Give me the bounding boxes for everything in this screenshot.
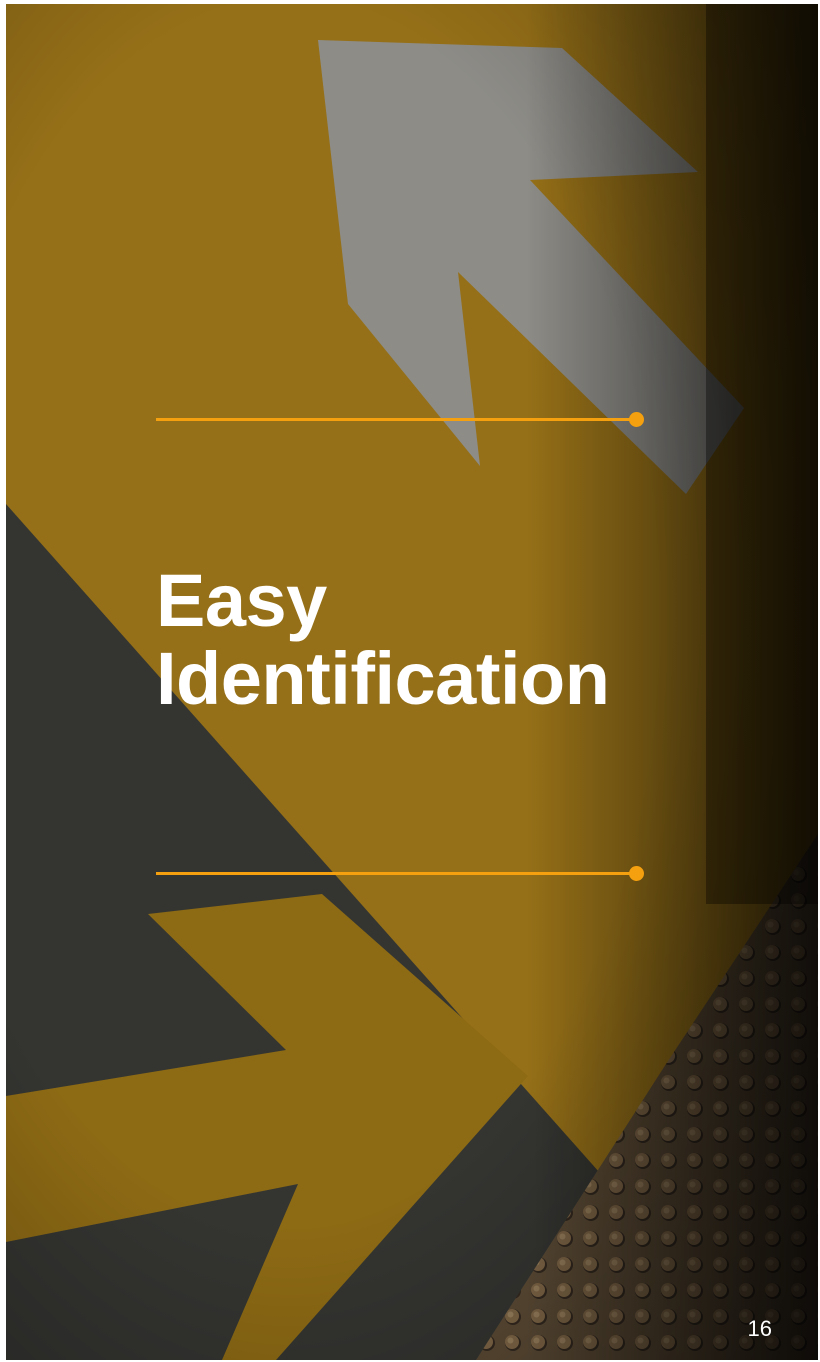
accent-divider-bottom: [156, 866, 644, 881]
title-line-2: Identification: [156, 637, 610, 720]
divider-dot: [629, 866, 644, 881]
title-line-1: Easy: [156, 559, 327, 642]
slide-page: Easy Identification 16: [6, 4, 818, 1360]
divider-line: [156, 872, 636, 875]
accent-divider-top: [156, 412, 644, 427]
slide-title: Easy Identification: [156, 559, 610, 720]
page-number: 16: [747, 1316, 772, 1341]
divider-line: [156, 418, 636, 421]
divider-dot: [629, 412, 644, 427]
